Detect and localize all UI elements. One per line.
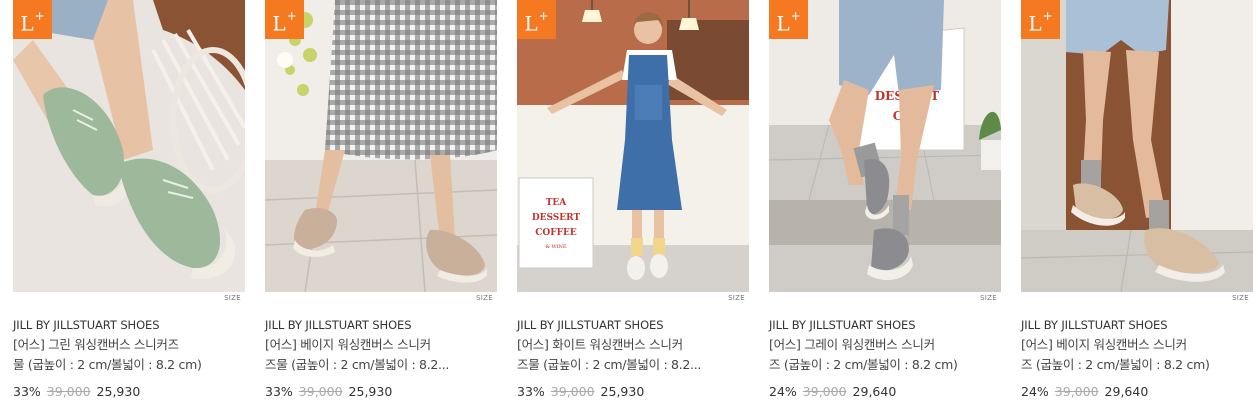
- size-tag[interactable]: SIZE: [1232, 294, 1249, 302]
- product-card[interactable]: L+ SIZE JILL BY JILLSTUART SHOES [어스] 베이…: [265, 0, 497, 413]
- product-title[interactable]: [어스] 그레이 워싱캔버스 스니커 즈 (굽높이 : 2 cm/볼넓이 : 8…: [769, 335, 1001, 375]
- brand-name[interactable]: JILL BY JILLSTUART SHOES: [769, 318, 916, 332]
- price-row: 33% 39,000 25,930: [265, 384, 392, 399]
- brand-name[interactable]: JILL BY JILLSTUART SHOES: [13, 318, 160, 332]
- discount-rate: 33%: [13, 384, 41, 399]
- lotte-plus-badge: L+: [265, 0, 304, 39]
- sign-text: TEA: [546, 198, 568, 208]
- lotte-plus-badge: L+: [517, 0, 556, 39]
- original-price: 39,000: [802, 384, 847, 399]
- sign-text: COFFEE: [535, 228, 577, 238]
- original-price: 39,000: [46, 384, 91, 399]
- original-price: 39,000: [298, 384, 343, 399]
- title-line: 즈 (굽높이 : 2 cm/볼넓이 : 8.2 cm): [769, 357, 958, 372]
- product-card[interactable]: L+ SIZE JILL BY JILLSTUART SHOES [어스] 그린…: [13, 0, 245, 413]
- product-image[interactable]: L+: [265, 0, 497, 292]
- sale-price: 25,930: [348, 384, 393, 399]
- product-title[interactable]: [어스] 베이지 워싱캔버스 스니커 즈 (굽높이 : 2 cm/볼넓이 : 8…: [1021, 335, 1253, 375]
- brand-name[interactable]: JILL BY JILLSTUART SHOES: [265, 318, 412, 332]
- product-card[interactable]: L+ SIZE JILL BY JILLSTUART SHOES [어스] 베이…: [1021, 0, 1253, 413]
- title-line: [어스] 그레이 워싱캔버스 스니커: [769, 337, 935, 352]
- title-line: 즈물 (굽높이 : 2 cm/볼넓이 : 8.2...: [517, 357, 702, 372]
- lotte-plus-badge: L+: [769, 0, 808, 39]
- original-price: 39,000: [1054, 384, 1099, 399]
- title-line: [어스] 베이지 워싱캔버스 스니커: [265, 337, 431, 352]
- product-image[interactable]: T DESSERT COF L+: [769, 0, 1001, 292]
- price-row: 33% 39,000 25,930: [517, 384, 644, 399]
- price-row: 24% 39,000 29,640: [1021, 384, 1148, 399]
- size-tag[interactable]: SIZE: [476, 294, 493, 302]
- sign-text: DESSERT: [532, 213, 581, 223]
- product-title[interactable]: [어스] 그린 워싱캔버스 스니커즈 물 (굽높이 : 2 cm/볼넓이 : 8…: [13, 335, 245, 375]
- size-tag[interactable]: SIZE: [728, 294, 745, 302]
- title-line: [어스] 베이지 워싱캔버스 스니커: [1021, 337, 1187, 352]
- sale-price: 29,640: [852, 384, 897, 399]
- sale-price: 25,930: [600, 384, 645, 399]
- size-tag[interactable]: SIZE: [980, 294, 997, 302]
- product-title[interactable]: [어스] 화이트 워싱캔버스 스니커 즈물 (굽높이 : 2 cm/볼넓이 : …: [517, 335, 749, 375]
- product-image[interactable]: L+: [13, 0, 245, 292]
- product-image[interactable]: TEA DESSERT COFFEE & WINE L+: [517, 0, 749, 292]
- brand-name[interactable]: JILL BY JILLSTUART SHOES: [517, 318, 664, 332]
- title-line: 물 (굽높이 : 2 cm/볼넓이 : 8.2 cm): [13, 357, 202, 372]
- lotte-plus-badge: L+: [13, 0, 52, 39]
- title-line: [어스] 화이트 워싱캔버스 스니커: [517, 337, 683, 352]
- price-row: 24% 39,000 29,640: [769, 384, 896, 399]
- product-image[interactable]: L+: [1021, 0, 1253, 292]
- brand-name[interactable]: JILL BY JILLSTUART SHOES: [1021, 318, 1168, 332]
- discount-rate: 24%: [769, 384, 797, 399]
- title-line: 즈물 (굽높이 : 2 cm/볼넓이 : 8.2...: [265, 357, 450, 372]
- sale-price: 25,930: [96, 384, 141, 399]
- discount-rate: 33%: [265, 384, 293, 399]
- product-card[interactable]: T DESSERT COF L+ SIZE JILL BY JI: [769, 0, 1001, 413]
- price-row: 33% 39,000 25,930: [13, 384, 140, 399]
- title-line: 즈 (굽높이 : 2 cm/볼넓이 : 8.2 cm): [1021, 357, 1210, 372]
- sign-text: & WINE: [545, 244, 567, 250]
- product-card[interactable]: TEA DESSERT COFFEE & WINE L+ SIZE JILL B…: [517, 0, 749, 413]
- size-tag[interactable]: SIZE: [224, 294, 241, 302]
- product-title[interactable]: [어스] 베이지 워싱캔버스 스니커 즈물 (굽높이 : 2 cm/볼넓이 : …: [265, 335, 497, 375]
- product-grid: L+ SIZE JILL BY JILLSTUART SHOES [어스] 그린…: [0, 0, 1260, 413]
- sale-price: 29,640: [1104, 384, 1149, 399]
- discount-rate: 24%: [1021, 384, 1049, 399]
- title-line: [어스] 그린 워싱캔버스 스니커즈: [13, 337, 179, 352]
- original-price: 39,000: [550, 384, 595, 399]
- discount-rate: 33%: [517, 384, 545, 399]
- lotte-plus-badge: L+: [1021, 0, 1060, 39]
